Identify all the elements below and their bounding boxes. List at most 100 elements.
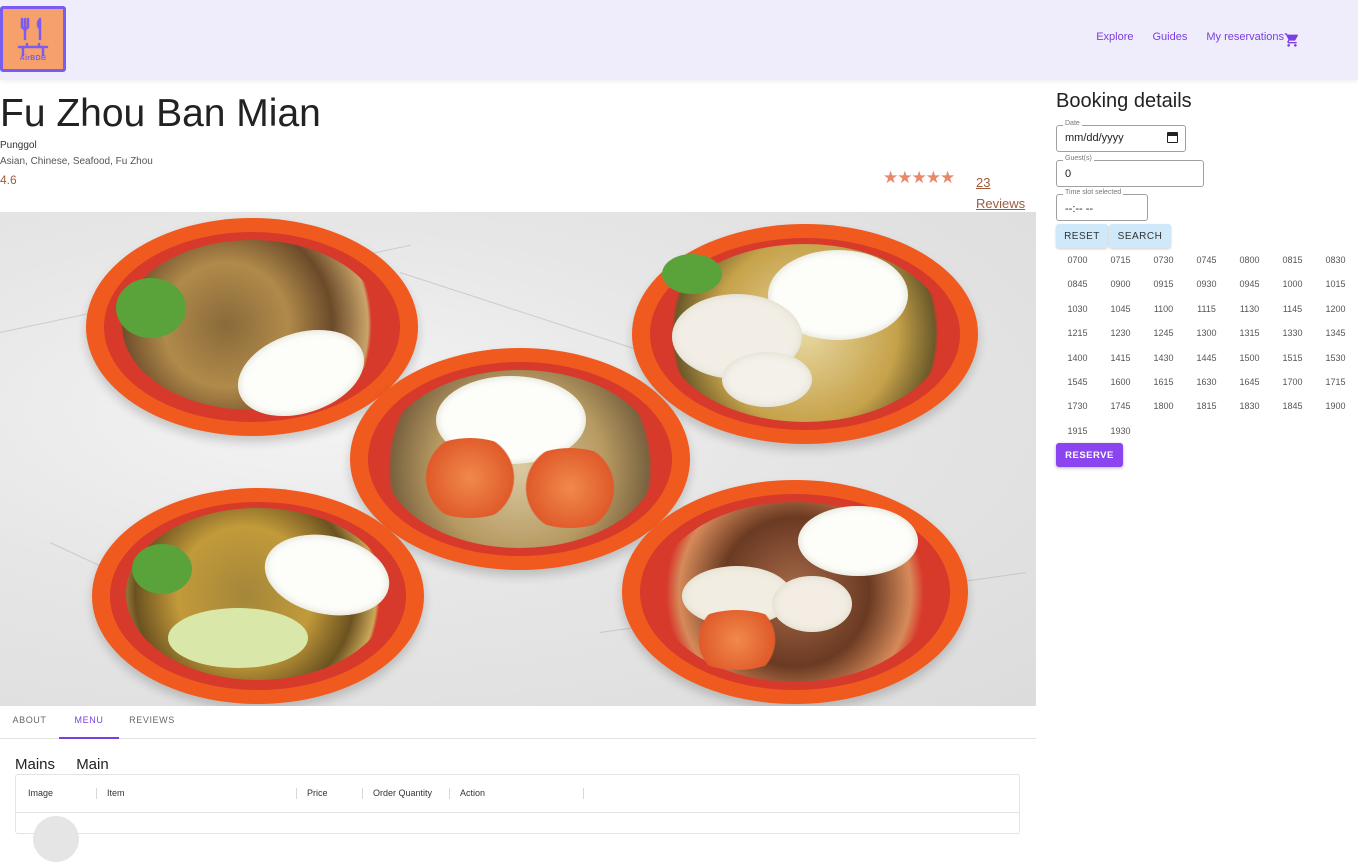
column-divider[interactable] [449,788,450,799]
rating-stars: ★★★★★ [883,168,955,188]
timeslot-option[interactable]: 1400 [1056,348,1099,372]
reserve-button[interactable]: RESERVE [1056,443,1123,467]
column-header-order-quantity[interactable]: Order Quantity [373,788,432,798]
timeslot-option[interactable]: 0745 [1185,250,1228,274]
timeslot-option[interactable]: 1015 [1314,274,1357,298]
seafood-bowl [622,480,968,704]
timeslot-option[interactable]: 1600 [1099,372,1142,396]
timeslot-option[interactable]: 1915 [1056,421,1099,445]
reset-button[interactable]: RESET [1056,224,1108,248]
timeslot-option[interactable]: 1215 [1056,323,1099,347]
prawn-noodle-bowl [350,348,690,570]
timeslot-option[interactable]: 1330 [1271,323,1314,347]
fork-knife-chair-icon [17,17,49,56]
booking-title: Booking details [1056,90,1192,112]
column-divider[interactable] [96,788,97,799]
dry-noodle-bowl [92,488,424,704]
rating-value: 4.6 [0,173,17,187]
tab-reviews[interactable]: REVIEWS [119,706,185,739]
timeslot-option[interactable]: 1145 [1271,299,1314,323]
timeslot-option[interactable]: 1430 [1142,348,1185,372]
timeslot-grid: 0700 0715 0730 0745 0800 0815 0830 0845 0900 0915… [1056,250,1358,445]
timeslot-option[interactable]: 1415 [1099,348,1142,372]
restaurant-name: Fu Zhou Ban Mian [0,92,321,135]
guests-label: Guest(s) [1063,155,1094,162]
timeslot-option[interactable]: 1500 [1228,348,1271,372]
column-header-item[interactable]: Item [107,788,125,798]
timeslot-option[interactable]: 1230 [1099,323,1142,347]
column-header-image[interactable]: Image [28,788,53,798]
timeslot-option[interactable]: 1345 [1314,323,1357,347]
timeslot-option[interactable]: 1315 [1228,323,1271,347]
timeslot-option[interactable]: 1630 [1185,372,1228,396]
timeslot-option[interactable]: 1615 [1142,372,1185,396]
shopping-cart-icon[interactable] [1284,32,1300,48]
timeslot-option[interactable]: 1300 [1185,323,1228,347]
reviews-link[interactable]: 23 Reviews [976,172,1032,214]
column-divider[interactable] [296,788,297,799]
guests-value: 0 [1065,168,1072,180]
tab-menu[interactable]: MENU [59,706,119,739]
column-header-price[interactable]: Price [307,788,328,798]
calendar-icon[interactable] [1167,132,1178,143]
nav-explore[interactable]: Explore [1096,31,1133,43]
airbdb-logo[interactable]: AirBDB [0,6,66,72]
timeslot-option[interactable]: 0730 [1142,250,1185,274]
timeslot-option[interactable]: 1645 [1228,372,1271,396]
fish-soup-bowl [632,224,978,444]
top-header: AirBDB Explore Guides My reservations [0,0,1358,80]
timeslot-option[interactable]: 1030 [1056,299,1099,323]
timeslot-option[interactable]: 0715 [1099,250,1142,274]
timeslot-option[interactable]: 1545 [1056,372,1099,396]
timeslot-option[interactable]: 0930 [1185,274,1228,298]
search-button[interactable]: SEARCH [1109,224,1171,248]
timeslot-option[interactable]: 1815 [1185,396,1228,420]
timeslot-option[interactable]: 1515 [1271,348,1314,372]
timeslot-option[interactable]: 1245 [1142,323,1185,347]
timeslot-option[interactable]: 0845 [1056,274,1099,298]
timeslot-option[interactable]: 1715 [1314,372,1357,396]
timeslot-option[interactable]: 0815 [1271,250,1314,274]
timeslot-option[interactable]: 1200 [1314,299,1357,323]
nav-my-reservations[interactable]: My reservations [1206,31,1284,43]
timeslot-option[interactable]: 1445 [1185,348,1228,372]
timeslot-option[interactable]: 1730 [1056,396,1099,420]
timeslot-option[interactable]: 0915 [1142,274,1185,298]
table-header-divider [16,812,1019,813]
timeslot-option[interactable]: 1115 [1185,299,1228,323]
column-divider[interactable] [583,788,584,799]
star-rating-icons: ★★★★★ [883,168,955,187]
timeslot-option[interactable]: 0830 [1314,250,1357,274]
timeslot-option[interactable]: 0700 [1056,250,1099,274]
column-divider[interactable] [362,788,363,799]
timeslot-option[interactable]: 1845 [1271,396,1314,420]
timeslot-option[interactable]: 1130 [1228,299,1271,323]
timeslot-option[interactable]: 0800 [1228,250,1271,274]
timeslot-option[interactable]: 1045 [1099,299,1142,323]
menu-category-mains: Mains [15,756,56,773]
menu-category-main: Main [76,756,109,773]
timeslot-option[interactable]: 1700 [1271,372,1314,396]
timeslot-option[interactable]: 1745 [1099,396,1142,420]
timeslot-option[interactable]: 0900 [1099,274,1142,298]
timeslot-option[interactable]: 1830 [1228,396,1271,420]
timeslot-option[interactable]: 0945 [1228,274,1271,298]
timeslot-option[interactable]: 1100 [1142,299,1185,323]
date-label: Date [1063,120,1082,127]
column-header-action[interactable]: Action [460,788,485,798]
timeslot-option[interactable]: 1530 [1314,348,1357,372]
menu-item-image [33,816,79,862]
timeslot-option[interactable]: 1900 [1314,396,1357,420]
timeslot-label: Time slot selected [1063,189,1124,196]
timeslot-option[interactable]: 1800 [1142,396,1185,420]
timeslot-option[interactable]: 1930 [1099,421,1142,445]
top-nav: Explore Guides My reservations [1096,31,1284,43]
restaurant-hero-image [0,212,1036,706]
guests-field[interactable]: Guest(s) 0 [1056,155,1204,187]
nav-guides[interactable]: Guides [1153,31,1188,43]
timeslot-field[interactable]: Time slot selected --:-- -- [1056,189,1148,221]
tab-about[interactable]: ABOUT [0,706,59,739]
date-field[interactable]: Date mm/dd/yyyy [1056,120,1186,152]
timeslot-option[interactable]: 1000 [1271,274,1314,298]
restaurant-cuisines: Asian, Chinese, Seafood, Fu Zhou [0,156,153,167]
